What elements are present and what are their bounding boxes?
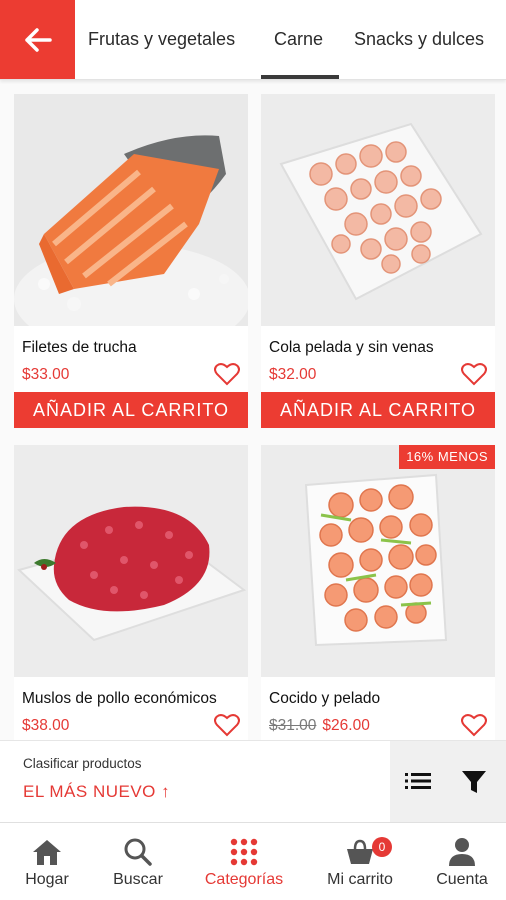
nav-mi-carrito[interactable]: 0 Mi carrito [312,823,408,900]
heart-icon[interactable] [461,362,487,386]
heart-icon[interactable] [461,713,487,737]
product-image-cooked-shrimp[interactable]: 16% MENOS [261,445,495,677]
sort-label: Clasificar productos [23,756,142,771]
add-to-cart-button[interactable]: AÑADIR AL CARRITO [14,392,248,428]
heart-icon[interactable] [214,713,240,737]
search-icon [124,838,152,866]
grid-dots-icon [230,838,258,866]
product-card[interactable]: Filetes de trucha $33.00 AÑADIR AL CARRI… [14,94,248,428]
top-bar: Frutas y vegetales Carne Snacks y dulces [0,0,506,80]
product-card[interactable]: Muslos de pollo económicos $38.00 [14,445,248,740]
sale-price: $26.00 [322,717,370,734]
add-to-cart-button[interactable]: AÑADIR AL CARRITO [261,392,495,428]
nav-buscar[interactable]: Buscar [96,823,180,900]
heart-icon[interactable] [214,362,240,386]
back-button[interactable] [0,0,75,79]
product-image-ground-meat[interactable] [14,445,248,677]
nav-categorias[interactable]: Categorías [190,823,298,900]
cart-count-badge: 0 [372,837,392,857]
product-name: Filetes de trucha [22,339,137,356]
tab-snacks-y-dulces[interactable]: Snacks y dulces [354,0,484,79]
user-icon [449,838,475,866]
original-price: $31.00 [269,717,317,734]
sort-bar: Clasificar productos EL MÁS NUEVO ↑ [0,740,506,823]
active-tab-indicator [261,75,339,79]
peeled-shrimp-image [261,94,495,326]
product-image-trout-fillet[interactable] [14,94,248,326]
home-icon [33,840,61,865]
product-grid: Filetes de trucha $33.00 AÑADIR AL CARRI… [0,80,506,740]
product-price: $33.00 [22,366,70,383]
tab-carne[interactable]: Carne [274,0,323,79]
product-name: Cola pelada y sin venas [269,339,434,356]
nav-label: Buscar [113,871,163,888]
product-name: Muslos de pollo económicos [22,690,217,707]
nav-label: Mi carrito [327,871,393,888]
nav-label: Categorías [204,871,284,888]
list-view-icon[interactable] [404,769,432,793]
bottom-nav: Hogar Buscar Categorías 0 Mi carrito Cue… [0,822,506,900]
product-card[interactable]: Cola pelada y sin venas $32.00 AÑADIR AL… [261,94,495,428]
ground-meat-image [14,445,248,677]
product-price: $38.00 [22,717,70,734]
nav-hogar[interactable]: Hogar [5,823,89,900]
product-name: Cocido y pelado [269,690,381,707]
product-price: $31.00 $26.00 [269,717,370,735]
product-image-peeled-shrimp[interactable] [261,94,495,326]
nav-label: Cuenta [436,871,488,888]
cart-icon [347,839,373,864]
arrow-left-icon [24,27,52,52]
nav-label: Hogar [25,871,69,888]
product-card[interactable]: 16% MENOS Cocido y pelado $31.00 $26.00 [261,445,495,740]
view-controls [390,741,506,823]
sort-selector[interactable]: EL MÁS NUEVO ↑ [23,782,170,802]
filter-icon[interactable] [460,769,488,795]
trout-fillet-image [14,94,248,326]
tab-frutas-y-vegetales[interactable]: Frutas y vegetales [88,0,235,79]
product-price: $32.00 [269,366,317,383]
cooked-shrimp-image [261,445,495,677]
nav-cuenta[interactable]: Cuenta [420,823,504,900]
discount-badge: 16% MENOS [399,445,495,469]
